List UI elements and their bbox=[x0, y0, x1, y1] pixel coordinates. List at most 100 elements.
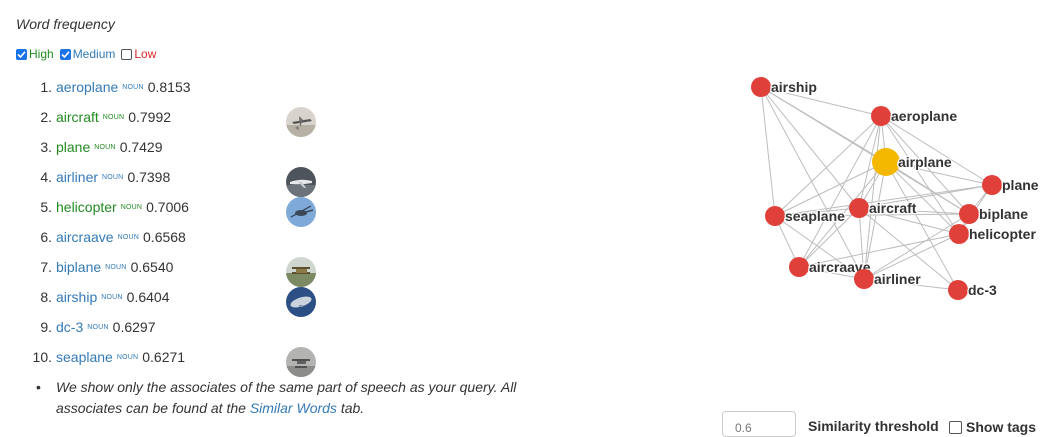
graph-node-circle[interactable] bbox=[751, 77, 771, 97]
item-number: 9. bbox=[40, 319, 52, 335]
similarity-score: 0.8153 bbox=[147, 79, 191, 95]
word-link[interactable]: airship bbox=[56, 289, 97, 305]
high-checkbox[interactable] bbox=[16, 48, 27, 60]
item-number: 6. bbox=[40, 229, 52, 245]
info-note: • We show only the associates of the sam… bbox=[36, 377, 526, 419]
graph-node-circle[interactable] bbox=[959, 204, 979, 224]
graph-node-label: biplane bbox=[979, 206, 1028, 222]
list-item: 5. helicopter NOUN 0.7006 bbox=[0, 197, 189, 217]
item-number: 7. bbox=[40, 259, 52, 275]
word-link[interactable]: aircraft bbox=[56, 109, 99, 125]
pos-tag: NOUN bbox=[102, 113, 125, 121]
graph-node-circle[interactable] bbox=[789, 257, 809, 277]
item-number: 10. bbox=[32, 349, 52, 365]
word-link[interactable]: airliner bbox=[56, 169, 98, 185]
word-link[interactable]: helicopter bbox=[56, 199, 117, 215]
list-item: 10. seaplane NOUN 0.6271 bbox=[0, 347, 186, 367]
similarity-score: 0.6271 bbox=[142, 349, 186, 365]
graph-node-label: dc-3 bbox=[968, 282, 997, 298]
graph-node-plane[interactable]: plane bbox=[982, 175, 1040, 195]
item-number: 5. bbox=[40, 199, 52, 215]
seaplane-thumbnail bbox=[286, 347, 316, 377]
graph-node-aeroplane[interactable]: aeroplane bbox=[871, 106, 959, 126]
graph-node-circle[interactable] bbox=[871, 106, 891, 126]
similarity-score: 0.6404 bbox=[126, 289, 170, 305]
pos-tag: NOUN bbox=[87, 323, 109, 331]
graph-node-helicopter[interactable]: helicopter bbox=[949, 224, 1038, 244]
graph-edge bbox=[760, 86, 776, 217]
graph-node-circle[interactable] bbox=[872, 148, 900, 176]
similar-words-link[interactable]: Similar Words bbox=[250, 400, 337, 416]
graph-node-dc-3[interactable]: dc-3 bbox=[948, 280, 998, 300]
similarity-score: 0.6297 bbox=[112, 319, 156, 335]
word-link[interactable]: aeroplane bbox=[56, 79, 118, 95]
note-suffix: tab. bbox=[336, 400, 365, 416]
medium-checkbox[interactable] bbox=[59, 48, 71, 60]
medium-label: Medium bbox=[72, 47, 116, 61]
similarity-score: 0.6540 bbox=[130, 259, 174, 275]
graph-node-circle[interactable] bbox=[949, 224, 969, 244]
filter-low[interactable]: Low bbox=[121, 47, 156, 61]
pos-tag: NOUN bbox=[102, 173, 124, 181]
list-item: 1. aeroplane NOUN 0.8153 bbox=[0, 77, 191, 97]
helicopter-thumbnail bbox=[286, 197, 316, 227]
word-link[interactable]: plane bbox=[56, 139, 90, 155]
similarity-threshold-input[interactable]: 0.6 bbox=[722, 411, 796, 437]
pos-tag: NOUN bbox=[116, 353, 139, 361]
bullet-point: • bbox=[36, 379, 41, 395]
low-checkbox[interactable] bbox=[121, 48, 133, 60]
similarity-score: 0.6568 bbox=[143, 229, 186, 245]
airliner-thumbnail bbox=[286, 167, 316, 197]
item-number: 1. bbox=[40, 79, 52, 95]
graph-node-label: seaplane bbox=[785, 208, 845, 224]
graph-node-circle[interactable] bbox=[854, 269, 874, 289]
list-item: 4. airliner NOUN 0.7398 bbox=[0, 167, 170, 187]
graph-edge bbox=[863, 213, 970, 280]
graph-node-label: airliner bbox=[874, 271, 921, 287]
word-link[interactable]: aircraave bbox=[56, 229, 114, 245]
high-label: High bbox=[29, 47, 54, 61]
graph-node-airliner[interactable]: airliner bbox=[854, 269, 922, 289]
filter-medium[interactable]: Medium bbox=[59, 47, 116, 61]
graph-nodes: airplane airship aeroplane plane seaplane air… bbox=[751, 77, 1040, 300]
graph-node-circle[interactable] bbox=[948, 280, 968, 300]
graph-node-label: plane bbox=[1002, 177, 1039, 193]
similarity-score: 0.7429 bbox=[119, 139, 163, 155]
item-number: 8. bbox=[40, 289, 52, 305]
word-link[interactable]: biplane bbox=[56, 259, 101, 275]
low-label: Low bbox=[134, 47, 157, 61]
similarity-threshold-label: Similarity threshold bbox=[808, 418, 939, 434]
list-item: 9. dc-3 NOUN 0.6297 bbox=[0, 317, 155, 337]
list-item: 2. aircraft NOUN 0.7992 bbox=[0, 107, 171, 127]
list-item: 8. airship NOUN 0.6404 bbox=[0, 287, 170, 307]
biplane-thumbnail bbox=[286, 257, 316, 287]
filter-high[interactable]: High bbox=[16, 47, 54, 61]
pos-tag: NOUN bbox=[101, 293, 123, 301]
graph-node-seaplane[interactable]: seaplane bbox=[765, 206, 846, 226]
word-link[interactable]: dc-3 bbox=[56, 319, 83, 335]
pos-tag: NOUN bbox=[117, 233, 140, 241]
pos-tag: NOUN bbox=[120, 203, 143, 211]
graph-node-label: aircraft bbox=[869, 200, 917, 216]
word-link[interactable]: seaplane bbox=[56, 349, 113, 365]
pos-tag: NOUN bbox=[122, 83, 144, 91]
graph-edge bbox=[863, 115, 882, 280]
item-number: 4. bbox=[40, 169, 52, 185]
graph-node-label: airship bbox=[771, 79, 817, 95]
item-number: 2. bbox=[40, 109, 52, 125]
pos-tag: NOUN bbox=[94, 143, 116, 151]
graph-node-label: airplane bbox=[898, 154, 952, 170]
graph-node-biplane[interactable]: biplane bbox=[959, 204, 1029, 224]
similarity-score: 0.7398 bbox=[127, 169, 171, 185]
graph-node-circle[interactable] bbox=[982, 175, 1002, 195]
graph-node-aircraft[interactable]: aircraft bbox=[849, 198, 918, 218]
graph-edge bbox=[760, 86, 860, 209]
list-item: 7. biplane NOUN 0.6540 bbox=[0, 257, 173, 277]
frequency-filters: High Medium Low bbox=[16, 47, 162, 61]
show-tags-toggle[interactable]: Show tags bbox=[949, 419, 1036, 435]
graph-node-circle[interactable] bbox=[849, 198, 869, 218]
show-tags-checkbox[interactable] bbox=[949, 420, 962, 434]
graph-edge bbox=[880, 115, 993, 186]
graph-node-airship[interactable]: airship bbox=[751, 77, 818, 97]
graph-node-circle[interactable] bbox=[765, 206, 785, 226]
